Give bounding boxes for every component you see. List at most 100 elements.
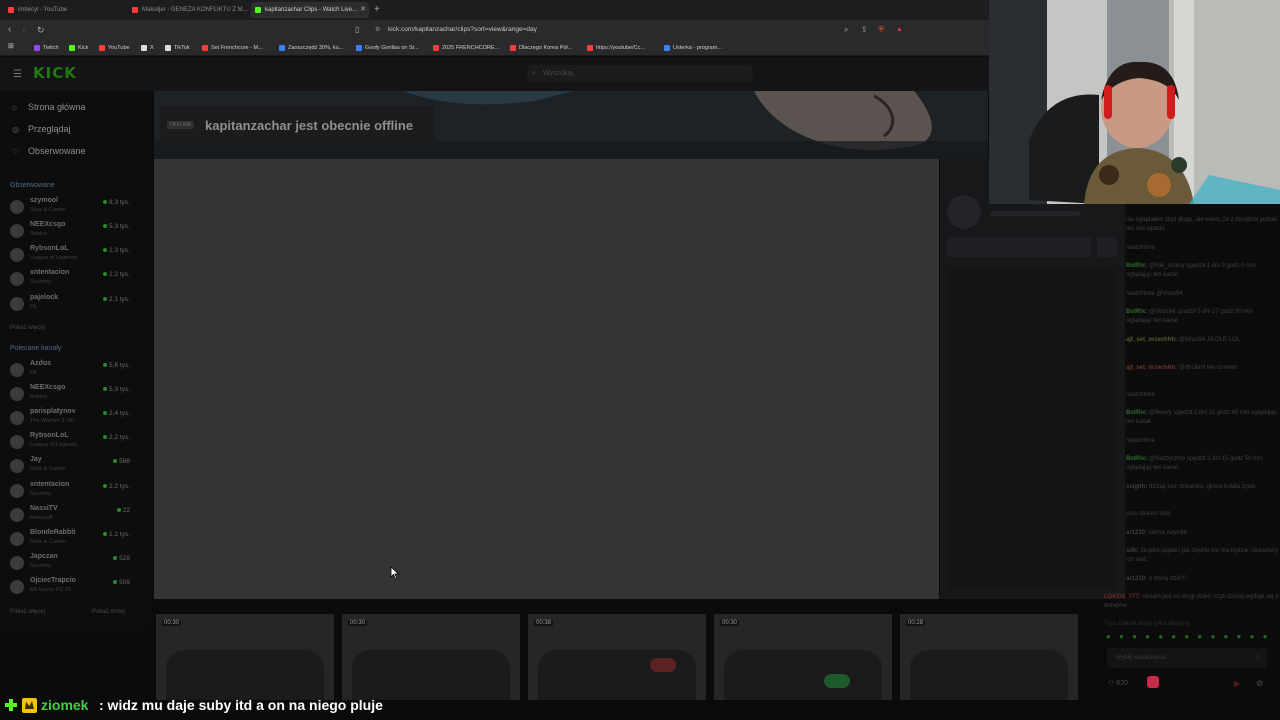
sidebar: ⌂ Strona główna ◎ Przeglądaj ♡ Obserwowa… <box>0 91 150 631</box>
share-icon[interactable]: ⇪ <box>861 24 868 36</box>
live-dot-icon <box>103 272 108 276</box>
overlay-username: ziomek <box>41 697 89 713</box>
badge-icons <box>3 697 39 720</box>
rewards-icon[interactable]: ▲ <box>896 24 903 36</box>
bookmark-item[interactable]: Zaoszczędź 30%, ku... <box>279 43 343 53</box>
bookmark-item[interactable]: Dlaczego Korea Pół... <box>510 43 572 53</box>
bookmark-item[interactable]: Usterka - program... <box>664 43 722 53</box>
bookmark-item[interactable]: Goofy Gorillas on St... <box>356 43 419 53</box>
avatar <box>10 387 24 401</box>
back-icon[interactable]: ‹ <box>8 24 11 36</box>
bookmark-icon[interactable]: ▯ <box>355 24 359 36</box>
sidebar-channel[interactable]: Azdus Pit 5,6 tys. <box>10 360 136 382</box>
sidebar-channel[interactable]: szymool Slots & Casino 8,3 tys. <box>10 197 136 219</box>
placeholder-line <box>990 211 1080 216</box>
browser-tab-active[interactable]: kapitanzachar Clips - Watch Live... ✕ <box>251 2 369 18</box>
zoom-icon[interactable]: ⌕ <box>844 24 848 36</box>
followed-header: Obserwowane <box>10 182 55 189</box>
browser-tab-bar: imbecyl - YouTube Maksiljer - GENEZA KON… <box>0 0 990 20</box>
youtube-icon <box>510 45 516 51</box>
nav-home[interactable]: ⌂ Strona główna <box>12 102 86 112</box>
reload-icon[interactable]: ↻ <box>37 24 45 36</box>
bookmark-item[interactable]: 2025 FRENCHCORE... <box>433 43 499 53</box>
clip-thumbnail[interactable]: 00:30 <box>714 614 892 700</box>
sidebar-channel[interactable]: NassiTV Minecraft 22 <box>10 505 136 527</box>
avatar <box>10 435 24 449</box>
sidebar-channel[interactable]: OjciecTrapcio EA Sports FC 25 509 <box>10 577 136 599</box>
sidebar-channel[interactable]: parisplatynov The Witcher 3: Wi... 2,4 tys… <box>10 408 136 430</box>
emoji-icon[interactable]: ☺ <box>1254 648 1261 668</box>
site-info-icon[interactable]: ⚙ <box>375 23 380 37</box>
search-input[interactable]: ⌕ Wyszukaj <box>527 65 753 82</box>
url-field[interactable]: ⚙ kick.com/kapitanzachar/clips?sort=view… <box>370 23 910 37</box>
bookmark-item[interactable]: TikTok <box>165 43 190 53</box>
clip-thumbnail[interactable]: 00:30 <box>156 614 334 700</box>
sidebar-channel[interactable]: xntentacion Scummy 2,2 tys. <box>10 269 136 291</box>
chat-message: !watchtime <box>1126 438 1155 444</box>
browser-tab[interactable]: Maksiljer - GENEZA KONFLIKTU Z M... <box>128 2 248 18</box>
sidebar-channel[interactable]: NEEXcsgo Roblox 5,3 tys. <box>10 384 136 406</box>
mouse-cursor-icon <box>390 566 400 580</box>
close-tab-icon[interactable]: ✕ <box>360 2 366 18</box>
sidebar-channel[interactable]: RybsonLoL League of Legends 2,2 tys. <box>10 432 136 454</box>
avatar <box>10 484 24 498</box>
twitch-icon <box>34 45 40 51</box>
new-tab-button[interactable]: + <box>374 4 380 16</box>
clip-scene <box>910 650 1068 700</box>
live-dot-icon <box>103 532 108 536</box>
search-icon: ⌕ <box>532 70 536 77</box>
avatar <box>947 195 981 229</box>
clip-thumbnail[interactable]: 00:30 <box>342 614 520 700</box>
chat-message: !watchtime @Virus94 <box>1126 291 1183 297</box>
show-more-recommended[interactable]: Pokaż więcej <box>10 609 45 615</box>
avatar <box>10 532 24 546</box>
brave-shield-icon[interactable]: ⛨ <box>878 24 884 36</box>
show-less-recommended[interactable]: Pokaż mniej <box>92 609 125 615</box>
bookmarks-bar: ⊞ Twitch Kick YouTube X TikTok Set Frenc… <box>0 40 990 56</box>
bookmark-item[interactable]: Twitch <box>34 43 59 53</box>
clip-thumbnail[interactable]: 00:28 <box>900 614 1078 700</box>
sub-badge-icon[interactable] <box>1147 676 1159 688</box>
sidebar-channel[interactable]: BlondeRabbit Slots & Casino 1,2 tys. <box>10 529 136 551</box>
chat-message: BotRix: @Nezbychno spędził 2 dni 15 godz… <box>1126 456 1263 471</box>
video-player[interactable] <box>154 159 939 599</box>
avatar <box>10 459 24 473</box>
sidebar-channel[interactable]: xntentacion Scummy 2,2 tys. <box>10 481 136 503</box>
sidebar-channel[interactable]: Japczan Scummy 528 <box>10 553 136 575</box>
nav-browse[interactable]: ◎ Przeglądaj <box>12 124 71 134</box>
sidebar-channel[interactable]: NEEXcsgo Roblox 5,3 tys. <box>10 221 136 243</box>
offline-title: kapitanzachar jest obecnie offline <box>205 118 414 133</box>
show-more-followed[interactable]: Pokaż więcej <box>10 325 45 331</box>
settings-icon[interactable]: ⚙ <box>1256 679 1263 688</box>
clip-thumbnail[interactable]: 00:38 <box>528 614 706 700</box>
nav-following[interactable]: ♡ Obserwowane <box>12 146 86 156</box>
youtube-icon <box>99 45 105 51</box>
bookmark-item[interactable]: https://youtube/Cc... <box>587 43 645 53</box>
bookmark-item[interactable]: X <box>141 43 154 53</box>
bookmark-item[interactable]: Set Frenchcore - M... <box>202 43 263 53</box>
live-dot-icon <box>103 387 108 391</box>
live-dot-icon <box>103 297 108 301</box>
browser-tab[interactable]: imbecyl - YouTube <box>4 2 126 18</box>
chat-input-placeholder: Wyślij wiadomość <box>1115 654 1167 661</box>
sidebar-channel[interactable]: RybsonLoL League of Legends 2,3 tys. <box>10 245 136 267</box>
chat-input[interactable]: Wyślij wiadomość ☺ <box>1107 648 1267 668</box>
apps-grid-icon[interactable]: ⊞ <box>8 42 14 52</box>
clip-highlight <box>824 674 850 688</box>
emote-row[interactable]: ● ● ● ● ● ● ● ● ● ● ● ● ● <box>1106 632 1271 641</box>
kick-logo[interactable]: KICK <box>33 64 77 82</box>
chat-message: LOKOS_777: stream jest co drugi dzień, c… <box>1104 594 1279 609</box>
avatar <box>10 556 24 570</box>
forward-icon[interactable]: › <box>22 24 25 36</box>
send-icon[interactable]: ▶ <box>1234 679 1240 688</box>
bookmark-item[interactable]: YouTube <box>99 43 130 53</box>
live-dot-icon <box>103 363 108 367</box>
kick-header: ☰ KICK ⌕ Wyszukaj <box>0 57 990 91</box>
bookmark-item[interactable]: Kick <box>69 43 88 53</box>
menu-icon[interactable]: ☰ <box>13 69 22 80</box>
avatar <box>10 272 24 286</box>
sidebar-channel[interactable]: pajelock Pit 2,1 tys. <box>10 294 136 316</box>
sidebar-channel[interactable]: Jay Slots & Casino 588 <box>10 456 136 478</box>
live-dot-icon <box>103 224 108 228</box>
avatar <box>10 508 24 522</box>
